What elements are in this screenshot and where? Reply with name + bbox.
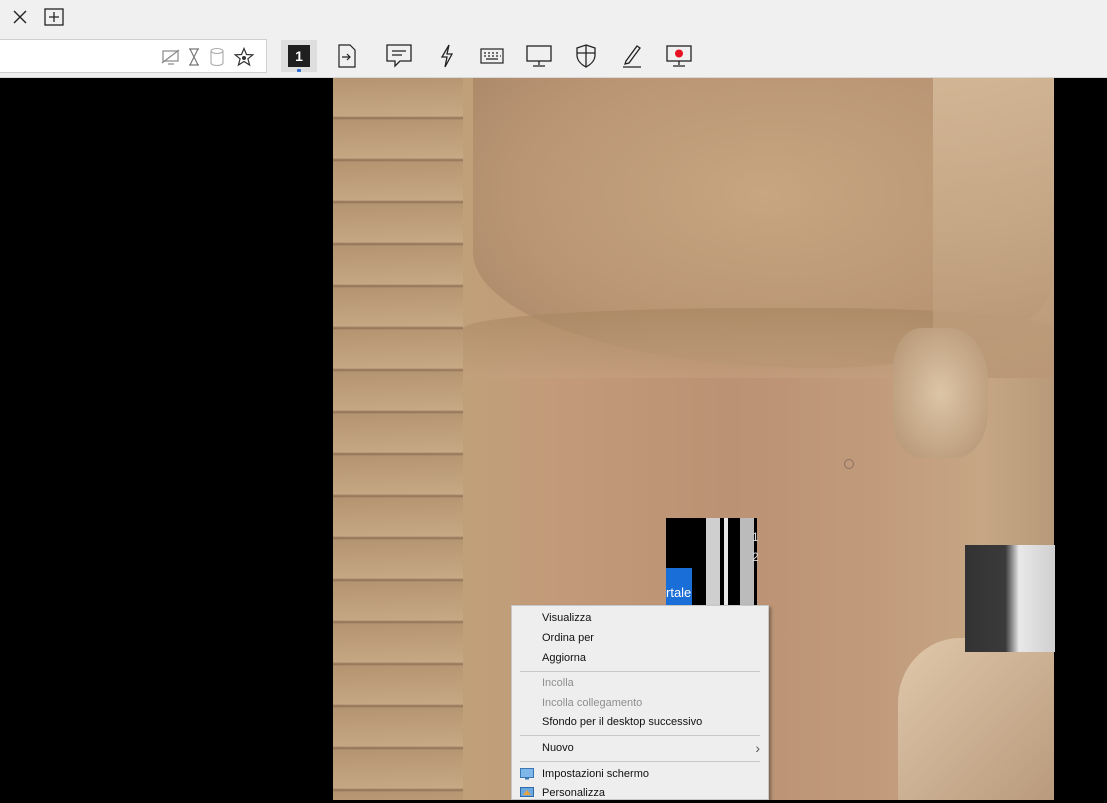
menu-item-label: Visualizza bbox=[542, 612, 592, 624]
file-transfer-icon[interactable] bbox=[329, 40, 365, 72]
menu-item-impostazioni-schermo[interactable]: Impostazioni schermo bbox=[512, 764, 768, 784]
menu-item-visualizza[interactable]: Visualizza bbox=[512, 608, 768, 628]
menu-item-personalizza[interactable]: Personalizza bbox=[512, 783, 768, 803]
menu-item-ordina-per[interactable]: Ordina per bbox=[512, 628, 768, 648]
wallpaper-rubble bbox=[898, 638, 1054, 800]
preview-digit: 1 bbox=[752, 530, 759, 544]
menu-item-label: Incolla collegamento bbox=[542, 697, 643, 709]
tab-bar bbox=[0, 0, 1107, 34]
menu-item-incolla: Incolla bbox=[512, 673, 768, 693]
menu-item-label: Impostazioni schermo bbox=[542, 768, 649, 780]
shield-icon[interactable] bbox=[568, 40, 604, 72]
personalize-icon bbox=[520, 787, 534, 797]
no-display-icon[interactable] bbox=[160, 46, 182, 68]
active-indicator bbox=[297, 69, 301, 72]
database-icon[interactable] bbox=[206, 46, 228, 68]
menu-item-label: Incolla bbox=[542, 677, 574, 689]
window-thumbnail[interactable] bbox=[965, 545, 1055, 652]
chat-icon[interactable] bbox=[381, 40, 417, 72]
menu-item-label: Sfondo per il desktop successivo bbox=[542, 716, 703, 728]
display-icon[interactable] bbox=[521, 40, 557, 72]
monitor-1-button[interactable]: 1 bbox=[281, 40, 317, 72]
menu-item-label: Aggiorna bbox=[542, 652, 587, 664]
menu-item-label: Nuovo bbox=[542, 742, 574, 754]
hourglass-icon[interactable] bbox=[183, 46, 205, 68]
remote-cursor bbox=[844, 459, 854, 469]
wallpaper-stone bbox=[893, 328, 988, 458]
context-menu: Visualizza Ordina per Aggiorna Incolla I… bbox=[511, 605, 769, 800]
new-tab-icon[interactable] bbox=[40, 3, 68, 31]
record-icon[interactable] bbox=[661, 40, 697, 72]
keyboard-icon[interactable] bbox=[474, 40, 510, 72]
menu-separator bbox=[520, 671, 760, 672]
monitor-number: 1 bbox=[288, 45, 310, 67]
preview-digit: 2 bbox=[752, 550, 759, 564]
close-icon[interactable] bbox=[6, 3, 34, 31]
wallpaper-wall bbox=[333, 78, 463, 800]
menu-separator bbox=[520, 761, 760, 762]
menu-item-sfondo-successivo[interactable]: Sfondo per il desktop successivo bbox=[512, 712, 768, 732]
pencil-icon[interactable] bbox=[614, 40, 650, 72]
chevron-right-icon: › bbox=[755, 740, 760, 756]
menu-separator bbox=[520, 735, 760, 736]
address-bar[interactable] bbox=[0, 39, 267, 73]
menu-item-incolla-collegamento: Incolla collegamento bbox=[512, 693, 768, 713]
display-settings-icon bbox=[520, 768, 534, 780]
menu-item-label: Personalizza bbox=[542, 787, 605, 799]
menu-item-nuovo[interactable]: Nuovo › bbox=[512, 738, 768, 758]
toolbar: 1 bbox=[0, 34, 1107, 78]
star-icon[interactable] bbox=[233, 46, 255, 68]
menu-item-aggiorna[interactable]: Aggiorna bbox=[512, 648, 768, 668]
menu-item-label: Ordina per bbox=[542, 632, 594, 644]
lightning-icon[interactable] bbox=[429, 40, 465, 72]
